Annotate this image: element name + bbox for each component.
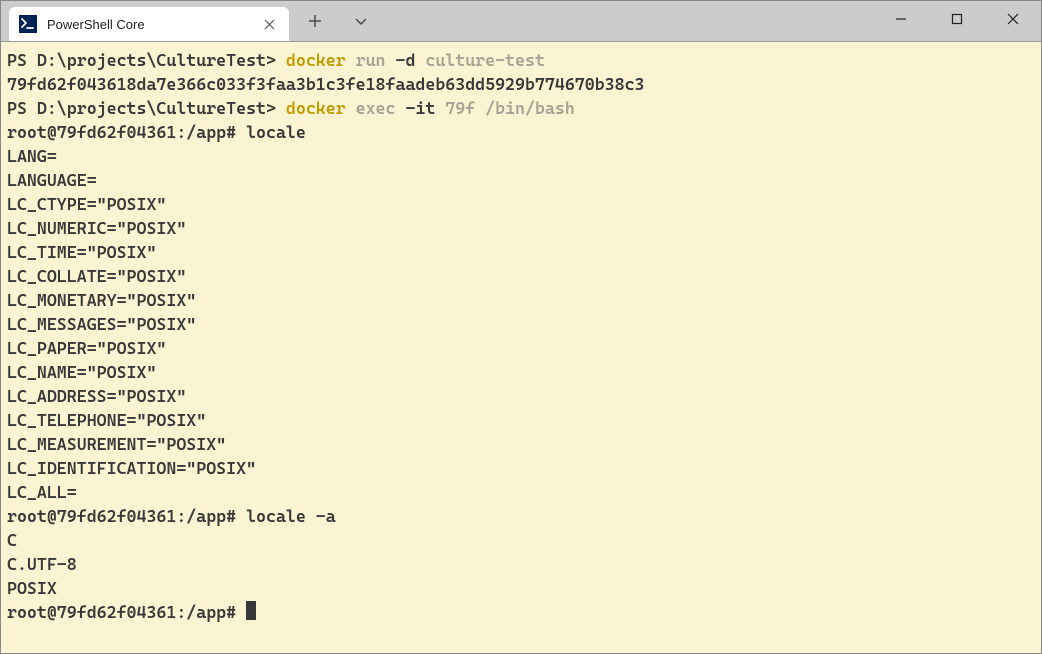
tab-powershell[interactable]: PowerShell Core: [9, 7, 289, 41]
cmd-exec: exec: [346, 98, 406, 118]
tab-title: PowerShell Core: [47, 17, 251, 32]
cmd-bash: 79f /bin/bash: [435, 98, 574, 118]
cmd-dash-d: -d: [395, 50, 415, 70]
minimize-button[interactable]: [873, 1, 929, 37]
titlebar: PowerShell Core: [1, 1, 1041, 41]
container-id-output: 79fd62f043618da7e366c033f3faa3b1c3fe18fa…: [7, 74, 645, 94]
powershell-icon: [19, 15, 37, 33]
window-controls: [873, 1, 1041, 37]
bash-prompt-locale-a: root@79fd62f04361:/app# locale -a: [7, 506, 336, 526]
terminal-cursor: [246, 601, 256, 620]
new-tab-button[interactable]: [299, 5, 331, 37]
ps-prompt-2: PS D:\projects\CultureTest>: [7, 98, 286, 118]
tab-dropdown-button[interactable]: [345, 5, 377, 37]
terminal-area[interactable]: PS D:\projects\CultureTest> docker run -…: [1, 41, 1041, 653]
cmd-docker-1: docker: [286, 50, 346, 70]
cmd-image: culture-test: [415, 50, 545, 70]
app-window: PowerShell Core: [0, 0, 1042, 654]
bash-prompt-locale: root@79fd62f04361:/app# locale: [7, 122, 306, 142]
tab-actions: [289, 1, 377, 41]
cmd-dash-it: -it: [405, 98, 435, 118]
cmd-run: run: [346, 50, 396, 70]
maximize-button[interactable]: [929, 1, 985, 37]
bash-final-prompt: root@79fd62f04361:/app#: [7, 602, 246, 622]
tab-close-button[interactable]: [261, 16, 277, 32]
close-button[interactable]: [985, 1, 1041, 37]
locale-output: LANG= LANGUAGE= LC_CTYPE="POSIX" LC_NUME…: [7, 146, 256, 502]
cmd-docker-2: docker: [286, 98, 346, 118]
ps-prompt-1: PS D:\projects\CultureTest>: [7, 50, 286, 70]
locale-a-output: C C.UTF-8 POSIX: [7, 530, 77, 598]
